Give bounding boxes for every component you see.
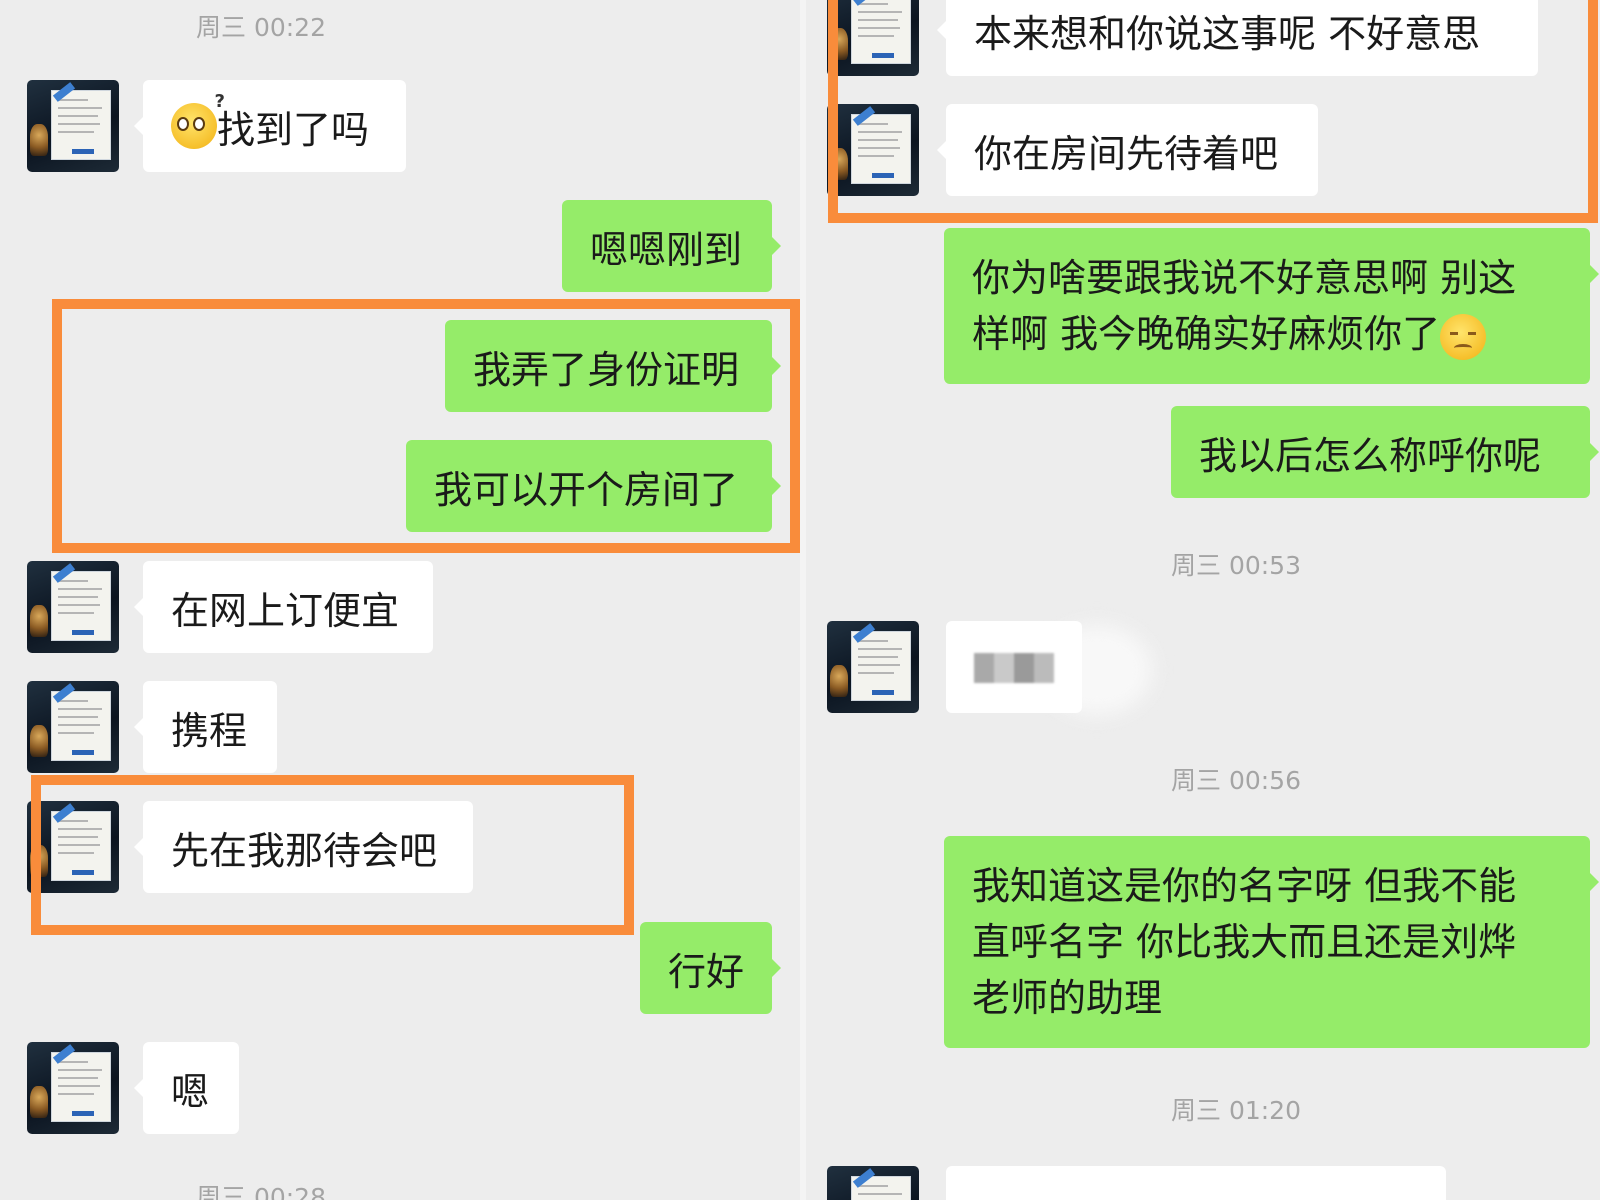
pixelated-content (974, 653, 1054, 683)
message-bubble-outgoing[interactable]: 我弄了身份证明 (445, 320, 781, 412)
message-bubble-incoming[interactable]: 在网上订便宜 (134, 561, 433, 653)
message-bubble-incoming[interactable]: 先在我那待会吧 (134, 801, 473, 893)
message-bubble-incoming[interactable] (946, 1166, 1446, 1200)
chat-panel-left[interactable]: 周三 00:22 ? 找到了吗 嗯嗯刚到 我弄了身份证明 我可以开个房间了 在网… (0, 0, 800, 1200)
message-text: 先在我那待会吧 (171, 828, 438, 873)
message-bubble-incoming[interactable]: 嗯 (134, 1042, 239, 1134)
message-text: 在网上订便宜 (171, 588, 400, 633)
contact-avatar[interactable] (27, 1042, 119, 1134)
contact-avatar[interactable] (827, 621, 919, 713)
message-bubble-outgoing[interactable]: 行好 (640, 922, 781, 1014)
contact-avatar[interactable] (827, 1166, 919, 1200)
message-bubble-outgoing[interactable]: 我可以开个房间了 (406, 440, 781, 532)
contact-avatar[interactable] (827, 0, 919, 76)
message-text: 老师的助理 (972, 976, 1163, 1020)
message-bubble-outgoing[interactable]: 你为啥要跟我说不好意思啊 别这 样啊 我今晚确实好麻烦你了 (944, 228, 1599, 384)
contact-avatar[interactable] (27, 801, 119, 893)
confused-face-emoji-icon: ? (171, 91, 225, 149)
message-bubble-incoming[interactable]: 你在房间先待着吧 (937, 104, 1318, 196)
blurred-message-bubble[interactable] (946, 621, 1082, 713)
message-text: 我知道这是你的名字呀 但我不能 (972, 864, 1517, 908)
message-text: 本来想和你说这事呢 不好意思 (974, 11, 1481, 56)
message-text: 我弄了身份证明 (473, 347, 740, 392)
timestamp: 周三 00:56 (1171, 766, 1301, 795)
message-text: 我以后怎么称呼你呢 (1199, 433, 1542, 478)
chat-panel-right[interactable]: 本来想和你说这事呢 不好意思 你在房间先待着吧 你为啥要跟我说不好意思啊 别这 … (806, 0, 1600, 1200)
message-text: 样啊 我今晚确实好麻烦你了 (972, 312, 1441, 356)
message-bubble-outgoing[interactable]: 嗯嗯刚到 (562, 200, 781, 292)
message-bubble-outgoing[interactable]: 我以后怎么称呼你呢 (1171, 406, 1599, 498)
message-text: 你在房间先待着吧 (974, 131, 1279, 176)
timestamp: 周三 00:53 (1171, 551, 1301, 580)
message-text: 行好 (668, 949, 745, 994)
contact-avatar[interactable] (27, 80, 119, 172)
timestamp: 周三 01:20 (1171, 1096, 1301, 1125)
contact-avatar[interactable] (27, 681, 119, 773)
message-text: 直呼名字 你比我大而且还是刘烨 (972, 920, 1517, 964)
message-text: 嗯嗯刚到 (590, 227, 743, 272)
message-text: 嗯 (171, 1069, 210, 1114)
sad-face-emoji-icon (1440, 313, 1487, 360)
message-text: 你为啥要跟我说不好意思啊 别这 (972, 256, 1517, 300)
message-text: 找到了吗 (217, 107, 370, 152)
contact-avatar[interactable] (27, 561, 119, 653)
message-bubble-incoming[interactable]: 携程 (134, 681, 277, 773)
message-bubble-incoming[interactable]: ? 找到了吗 (134, 80, 406, 172)
message-text: 携程 (171, 708, 248, 753)
timestamp: 周三 00:28 (196, 1183, 326, 1200)
contact-avatar[interactable] (827, 104, 919, 196)
message-text: 我可以开个房间了 (434, 467, 739, 512)
timestamp: 周三 00:22 (196, 13, 326, 42)
message-bubble-incoming[interactable]: 本来想和你说这事呢 不好意思 (937, 0, 1538, 76)
message-bubble-outgoing[interactable]: 我知道这是你的名字呀 但我不能 直呼名字 你比我大而且还是刘烨 老师的助理 (944, 836, 1599, 1048)
